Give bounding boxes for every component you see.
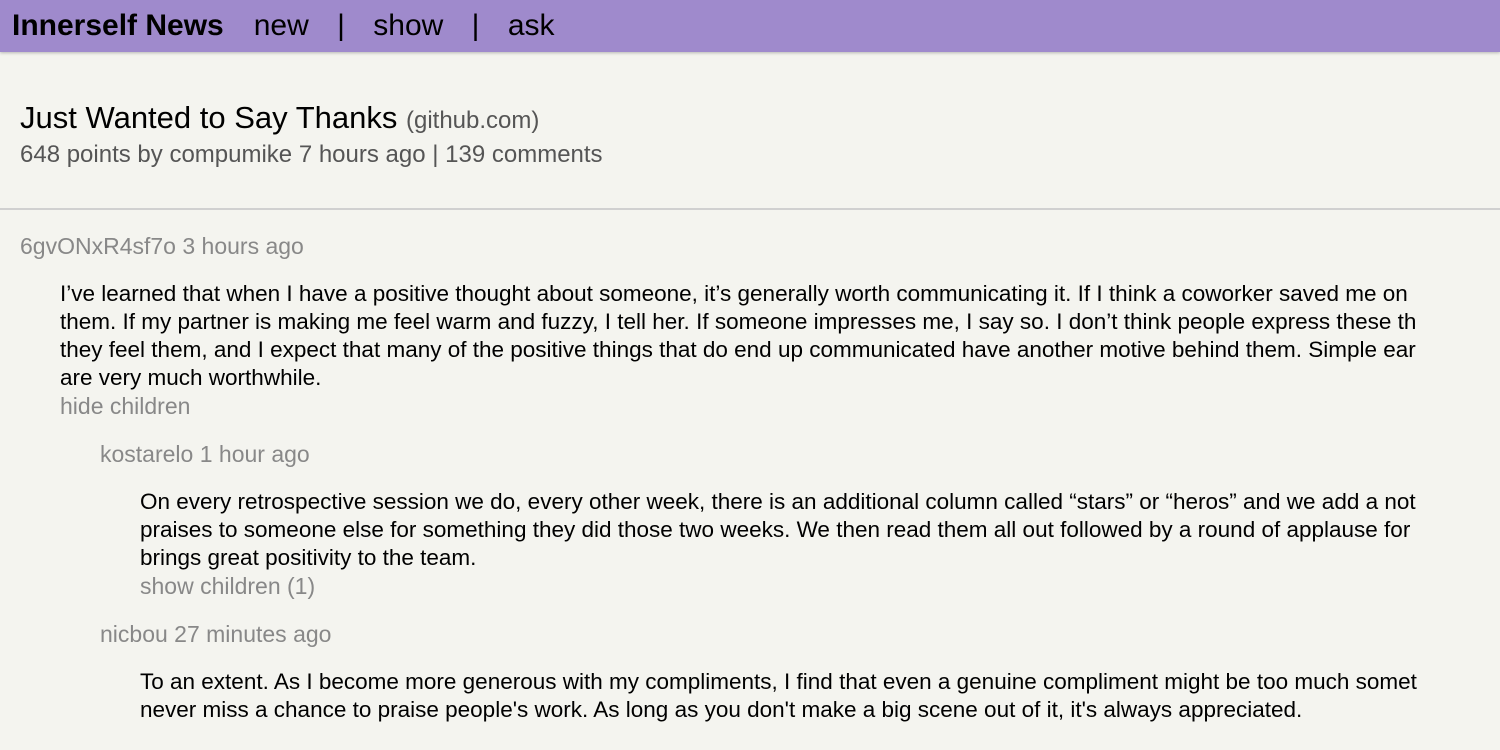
story-header: Just Wanted to Say Thanks (github.com) 6… [0,52,1500,210]
hide-children-link[interactable]: hide children [60,392,1500,420]
nav-separator: | [337,9,345,42]
comment-line: are very much worthwhile. [60,365,322,390]
comment: nicbou 27 minutes ago To an extent. As I… [0,600,1500,724]
comment-line: praises to someone else for something th… [140,517,1411,542]
comment-line: they feel them, and I expect that many o… [60,337,1416,362]
brand-logo[interactable]: Innerself News [12,9,224,43]
story-title[interactable]: Just Wanted to Say Thanks [20,100,397,135]
comment-author[interactable]: nicbou 27 minutes ago [100,620,1500,648]
comment-line: brings great positivity to the team. [140,545,477,570]
comment: kostarelo 1 hour ago On every retrospect… [0,420,1500,600]
nav-new[interactable]: new [254,9,309,42]
comment-author[interactable]: kostarelo 1 hour ago [100,440,1500,468]
story-site[interactable]: (github.com) [406,107,539,134]
top-bar: Innerself News new | show | ask [0,0,1500,52]
comment-line: I’ve learned that when I have a positive… [60,281,1408,306]
nav: new | show | ask [254,9,555,43]
show-children-link[interactable]: show children (1) [140,572,1500,600]
nav-separator: | [471,9,480,42]
comment-body: On every retrospective session we do, ev… [100,488,1500,600]
story-meta: 648 points by compumike 7 hours ago | 13… [20,141,603,168]
comment-line: them. If my partner is making me feel wa… [60,309,1417,334]
nav-ask[interactable]: ask [508,9,555,42]
comment-body: To an extent. As I become more generous … [100,668,1500,724]
comment-body: I’ve learned that when I have a positive… [20,280,1500,420]
nav-show[interactable]: show [373,9,443,42]
comment: 6gvONxR4sf7o 3 hours ago I’ve learned th… [0,212,1500,420]
comment-author[interactable]: 6gvONxR4sf7o 3 hours ago [20,232,1500,260]
comment-line: On every retrospective session we do, ev… [140,489,1416,514]
comment-line: To an extent. As I become more generous … [140,669,1417,694]
comment-line: never miss a chance to praise people's w… [140,697,1303,722]
